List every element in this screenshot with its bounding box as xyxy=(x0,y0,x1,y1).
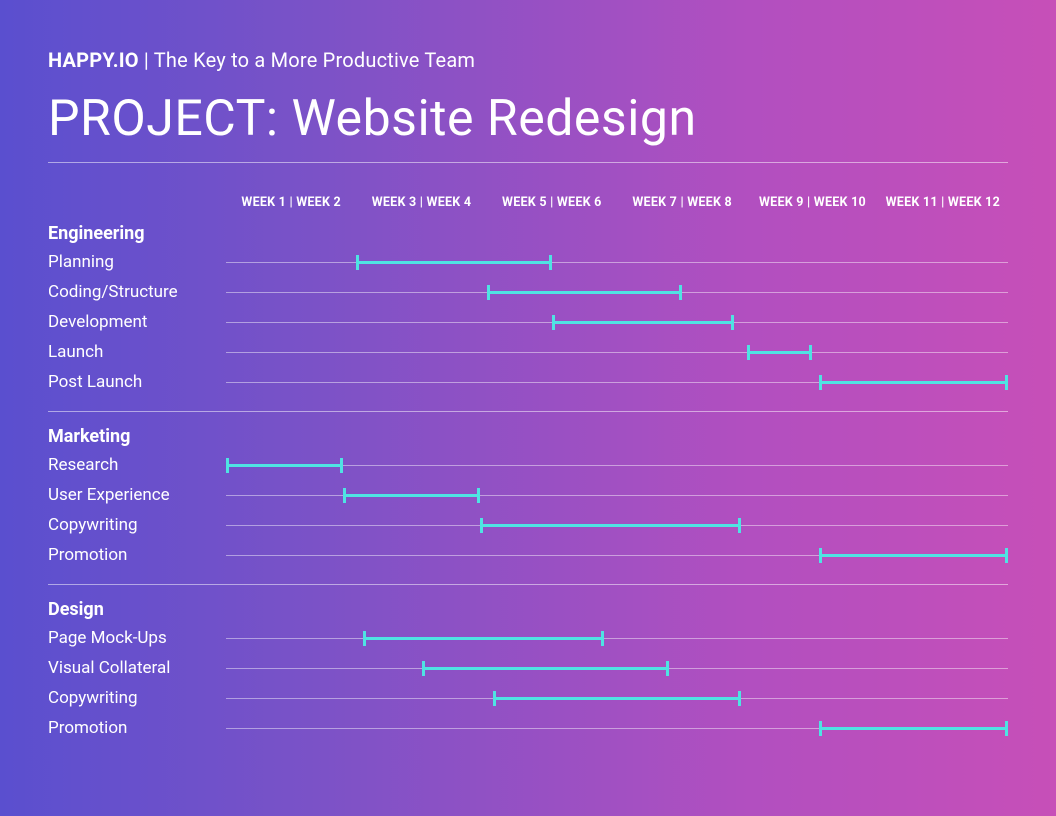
project-title: PROJECT: Website Redesign xyxy=(48,90,1008,148)
task-label: Page Mock-Ups xyxy=(48,628,167,648)
gantt-bar xyxy=(819,727,1008,730)
week-header-cell: WEEK 7 | WEEK 8 xyxy=(617,195,747,210)
section-title: Design xyxy=(48,593,226,623)
task-label: Coding/Structure xyxy=(48,282,178,302)
section-divider xyxy=(48,584,226,585)
task-label: Copywriting xyxy=(48,515,138,535)
task-track xyxy=(226,367,1008,397)
gantt-bar xyxy=(747,351,812,354)
task-track xyxy=(226,480,1008,510)
gantt-bar xyxy=(552,321,734,324)
task-label: Visual Collateral xyxy=(48,658,170,678)
labels-column: Engineering Planning Coding/Structure Devel… xyxy=(48,187,226,743)
week-header-cell: WEEK 1 | WEEK 2 xyxy=(226,195,356,210)
task-label: Planning xyxy=(48,252,114,272)
gantt-bar xyxy=(819,554,1008,557)
task-track xyxy=(226,713,1008,743)
task-track xyxy=(226,653,1008,683)
week-header-cell: WEEK 5 | WEEK 6 xyxy=(487,195,617,210)
section-title: Engineering xyxy=(48,217,226,247)
gantt-bar xyxy=(363,637,604,640)
task-label: Launch xyxy=(48,342,103,362)
gantt-bar xyxy=(343,494,480,497)
task-track xyxy=(226,307,1008,337)
task-label: Research xyxy=(48,455,118,475)
section-title: Marketing xyxy=(48,420,226,450)
task-track xyxy=(226,277,1008,307)
gantt-bar xyxy=(226,464,343,467)
task-track xyxy=(226,623,1008,653)
gantt-bar xyxy=(487,291,683,294)
task-track xyxy=(226,450,1008,480)
gantt-bar xyxy=(356,261,552,264)
brand: HAPPY.IO xyxy=(48,48,139,72)
gantt-bar xyxy=(819,381,1008,384)
task-track xyxy=(226,247,1008,277)
section-divider xyxy=(48,411,226,412)
tagline: | The Key to a More Productive Team xyxy=(139,48,475,72)
task-track xyxy=(226,683,1008,713)
gantt-chart: Engineering Planning Coding/Structure Devel… xyxy=(48,187,1008,743)
weeks-header: WEEK 1 | WEEK 2WEEK 3 | WEEK 4WEEK 5 | W… xyxy=(226,187,1008,217)
gantt-bar xyxy=(480,524,741,527)
gantt-bar xyxy=(422,667,670,670)
week-header-cell: WEEK 11 | WEEK 12 xyxy=(878,195,1008,210)
task-label: Copywriting xyxy=(48,688,138,708)
task-label: Promotion xyxy=(48,545,127,565)
header-line: HAPPY.IO | The Key to a More Productive … xyxy=(48,48,1008,72)
week-header-cell: WEEK 9 | WEEK 10 xyxy=(747,195,877,210)
task-track xyxy=(226,540,1008,570)
week-header-cell: WEEK 3 | WEEK 4 xyxy=(356,195,486,210)
task-track xyxy=(226,510,1008,540)
timeline-column: WEEK 1 | WEEK 2WEEK 3 | WEEK 4WEEK 5 | W… xyxy=(226,187,1008,743)
task-label: Development xyxy=(48,312,147,332)
task-label: Post Launch xyxy=(48,372,142,392)
task-label: User Experience xyxy=(48,485,170,505)
task-track xyxy=(226,337,1008,367)
title-divider xyxy=(48,162,1008,163)
task-label: Promotion xyxy=(48,718,127,738)
gantt-bar xyxy=(493,697,741,700)
